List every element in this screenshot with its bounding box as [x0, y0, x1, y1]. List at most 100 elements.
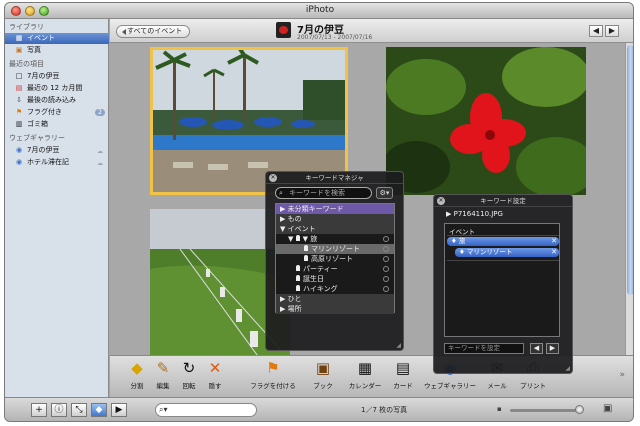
disclosure-triangle-icon[interactable]: ▶ — [446, 210, 451, 218]
photo-hibiscus[interactable] — [386, 47, 586, 195]
keyword-search-field[interactable]: ⌕ キーワードを検索 — [275, 187, 372, 199]
keyword-row[interactable]: 高原リゾート — [276, 254, 394, 264]
web-gallery-section-header: ウェブギャラリー — [9, 134, 65, 142]
flagged-count-badge: 2 — [95, 109, 105, 116]
scroll-thumb[interactable] — [627, 45, 633, 295]
sidebar-item-gallery-july-izu[interactable]: ◉ 7月の伊豆 ☁ — [5, 145, 109, 156]
sidebar-item-flagged[interactable]: ⚑ フラグ付き 2 — [5, 107, 109, 118]
photo-size-slider[interactable] — [510, 409, 582, 412]
all-events-button[interactable]: すべてのイベント — [116, 25, 191, 38]
resize-grip-icon[interactable]: ◢ — [565, 365, 570, 372]
keyword-checkbox[interactable] — [383, 276, 389, 282]
keyword-checkbox[interactable] — [383, 246, 389, 252]
keyword-token[interactable]: ♦ 旅 ✕ — [447, 237, 559, 246]
search-icon: ⌕▾ — [159, 405, 168, 414]
keyword-row[interactable]: ▶ 場所 — [276, 304, 394, 314]
next-event-button[interactable]: ▶ — [605, 25, 619, 37]
keyword-pin-icon — [296, 285, 300, 291]
fullscreen-button[interactable]: ⤡ — [71, 403, 87, 417]
sidebar-item-photos[interactable]: ▣ 写真 — [5, 45, 109, 56]
photos-icon: ▣ — [15, 46, 23, 54]
keyword-row[interactable]: ▼ イベント — [276, 224, 394, 234]
selected-file-name: ▶ P7164110.JPG — [446, 210, 503, 218]
close-hud-button[interactable]: ✕ — [269, 174, 277, 182]
event-date-range: 2007/07/13 - 2007/07/16 — [297, 34, 373, 41]
info-button[interactable]: ⓘ — [51, 403, 67, 417]
sidebar-item-events[interactable]: ▦ イベント — [5, 33, 109, 44]
sidebar-item-july-izu[interactable]: □ 7月の伊豆 — [5, 71, 109, 82]
flag-icon: ⚑ — [266, 359, 280, 377]
resize-grip-icon[interactable]: ◢ — [396, 342, 401, 349]
keyword-row[interactable]: ▶ ひと — [276, 294, 394, 304]
keyword-tree: ▶ 未分類キーワード ▶ もの ▼ イベント ▼ ▼ 旅 マリンリゾート 高原リ… — [275, 203, 395, 314]
view-mode-icon: ◆ — [95, 405, 103, 415]
assigned-keywords-list: イベント ♦ 旅 ✕ ♦ マリンリゾート ✕ — [444, 223, 560, 337]
previous-event-button[interactable]: ◀ — [589, 25, 603, 37]
vertical-scrollbar[interactable] — [625, 43, 633, 355]
slider-knob[interactable] — [575, 405, 584, 414]
keyword-token[interactable]: ♦ マリンリゾート ✕ — [455, 248, 559, 257]
keyword-pin-icon: ♦ — [459, 248, 467, 256]
close-window-button[interactable] — [11, 6, 21, 16]
share-icon: ☁ — [97, 160, 103, 167]
window-title: iPhoto — [305, 5, 335, 15]
keyword-row[interactable]: ハイキング — [276, 284, 394, 294]
previous-photo-button[interactable]: ◀ — [530, 343, 543, 354]
sidebar-item-trash[interactable]: ▥ ゴミ箱 — [5, 119, 109, 130]
sidebar-item-last-12-months[interactable]: ▤ 最近の 12 カ月間 — [5, 83, 109, 94]
sidebar-item-gallery-hotel[interactable]: ◉ ホテル滞在記 ☁ — [5, 157, 109, 168]
library-section-header: ライブラリ — [9, 23, 44, 31]
book-icon: ▣ — [315, 359, 331, 377]
keyword-input-field[interactable]: キーワードを設定 — [444, 343, 524, 354]
gear-menu-button[interactable]: ⚙▾ — [376, 187, 393, 199]
keyword-row[interactable]: パーティー — [276, 264, 394, 274]
keyword-pin-icon — [296, 265, 300, 271]
keyword-checkbox[interactable] — [383, 236, 389, 242]
slideshow-button[interactable]: ▶ — [111, 403, 127, 417]
next-photo-button[interactable]: ▶ — [546, 343, 559, 354]
gear-icon: ⚙▾ — [379, 189, 390, 197]
small-photo-icon: ▪ — [497, 405, 502, 413]
keyword-pin-icon — [304, 245, 308, 251]
events-icon: ▦ — [15, 34, 23, 42]
add-album-button[interactable]: + — [31, 403, 47, 417]
keyword-row-selected[interactable]: マリンリゾート — [276, 244, 394, 254]
recent-section-header: 最近の項目 — [9, 60, 44, 68]
keyword-row[interactable]: ▶ もの — [276, 214, 394, 224]
photo-count: 1／7 枚の写真 — [361, 406, 408, 414]
remove-keyword-icon[interactable]: ✕ — [551, 248, 557, 257]
keyword-row[interactable]: 誕生日 — [276, 274, 394, 284]
minimize-window-button[interactable] — [25, 6, 35, 16]
keyword-manager-title: キーワードマネジャ — [266, 172, 403, 184]
gallery-icon: ◉ — [15, 158, 23, 166]
more-tools-icon[interactable]: » — [619, 370, 625, 380]
remove-keyword-icon[interactable]: ✕ — [551, 237, 557, 246]
keyword-pin-icon — [296, 275, 300, 281]
share-icon: ☁ — [97, 148, 103, 155]
keyword-row[interactable]: ▼ ▼ 旅 — [276, 234, 394, 244]
trash-icon: ▥ — [15, 120, 23, 128]
event-icon: □ — [15, 72, 23, 80]
title-bar: iPhoto — [5, 3, 633, 19]
hide-icon: ✕ — [208, 359, 222, 377]
close-hud-button[interactable]: ✕ — [437, 197, 445, 205]
event-key-photo — [276, 22, 291, 38]
keyword-pin-icon — [295, 235, 300, 241]
calendar-icon: ▤ — [15, 84, 23, 92]
import-icon: ⇩ — [16, 96, 22, 104]
sidebar-item-last-import[interactable]: ⇩ 最後の読み込み — [5, 95, 109, 106]
calendar-icon: ▦ — [357, 359, 373, 377]
keyword-pin-icon — [304, 255, 308, 261]
view-mode-button[interactable]: ◆ — [91, 403, 107, 417]
gallery-icon: ◉ — [15, 146, 23, 154]
keyword-checkbox[interactable] — [383, 256, 389, 262]
keyword-assign-title: キーワード設定 — [434, 195, 572, 207]
zoom-window-button[interactable] — [39, 6, 49, 16]
flag-button[interactable]: ⚑ フラグを付ける — [238, 358, 308, 398]
keyword-checkbox[interactable] — [383, 286, 389, 292]
keyword-row[interactable]: ▶ 未分類キーワード — [276, 204, 394, 214]
iphoto-window: iPhoto ライブラリ ▦ イベント ▣ 写真 最近の項目 □ 7月の伊豆 ▤ 最近の… — [4, 2, 634, 422]
photo-search-field[interactable]: ⌕▾ — [155, 403, 257, 417]
keyword-checkbox[interactable] — [383, 266, 389, 272]
hide-button[interactable]: ✕ 隠す — [192, 358, 238, 398]
